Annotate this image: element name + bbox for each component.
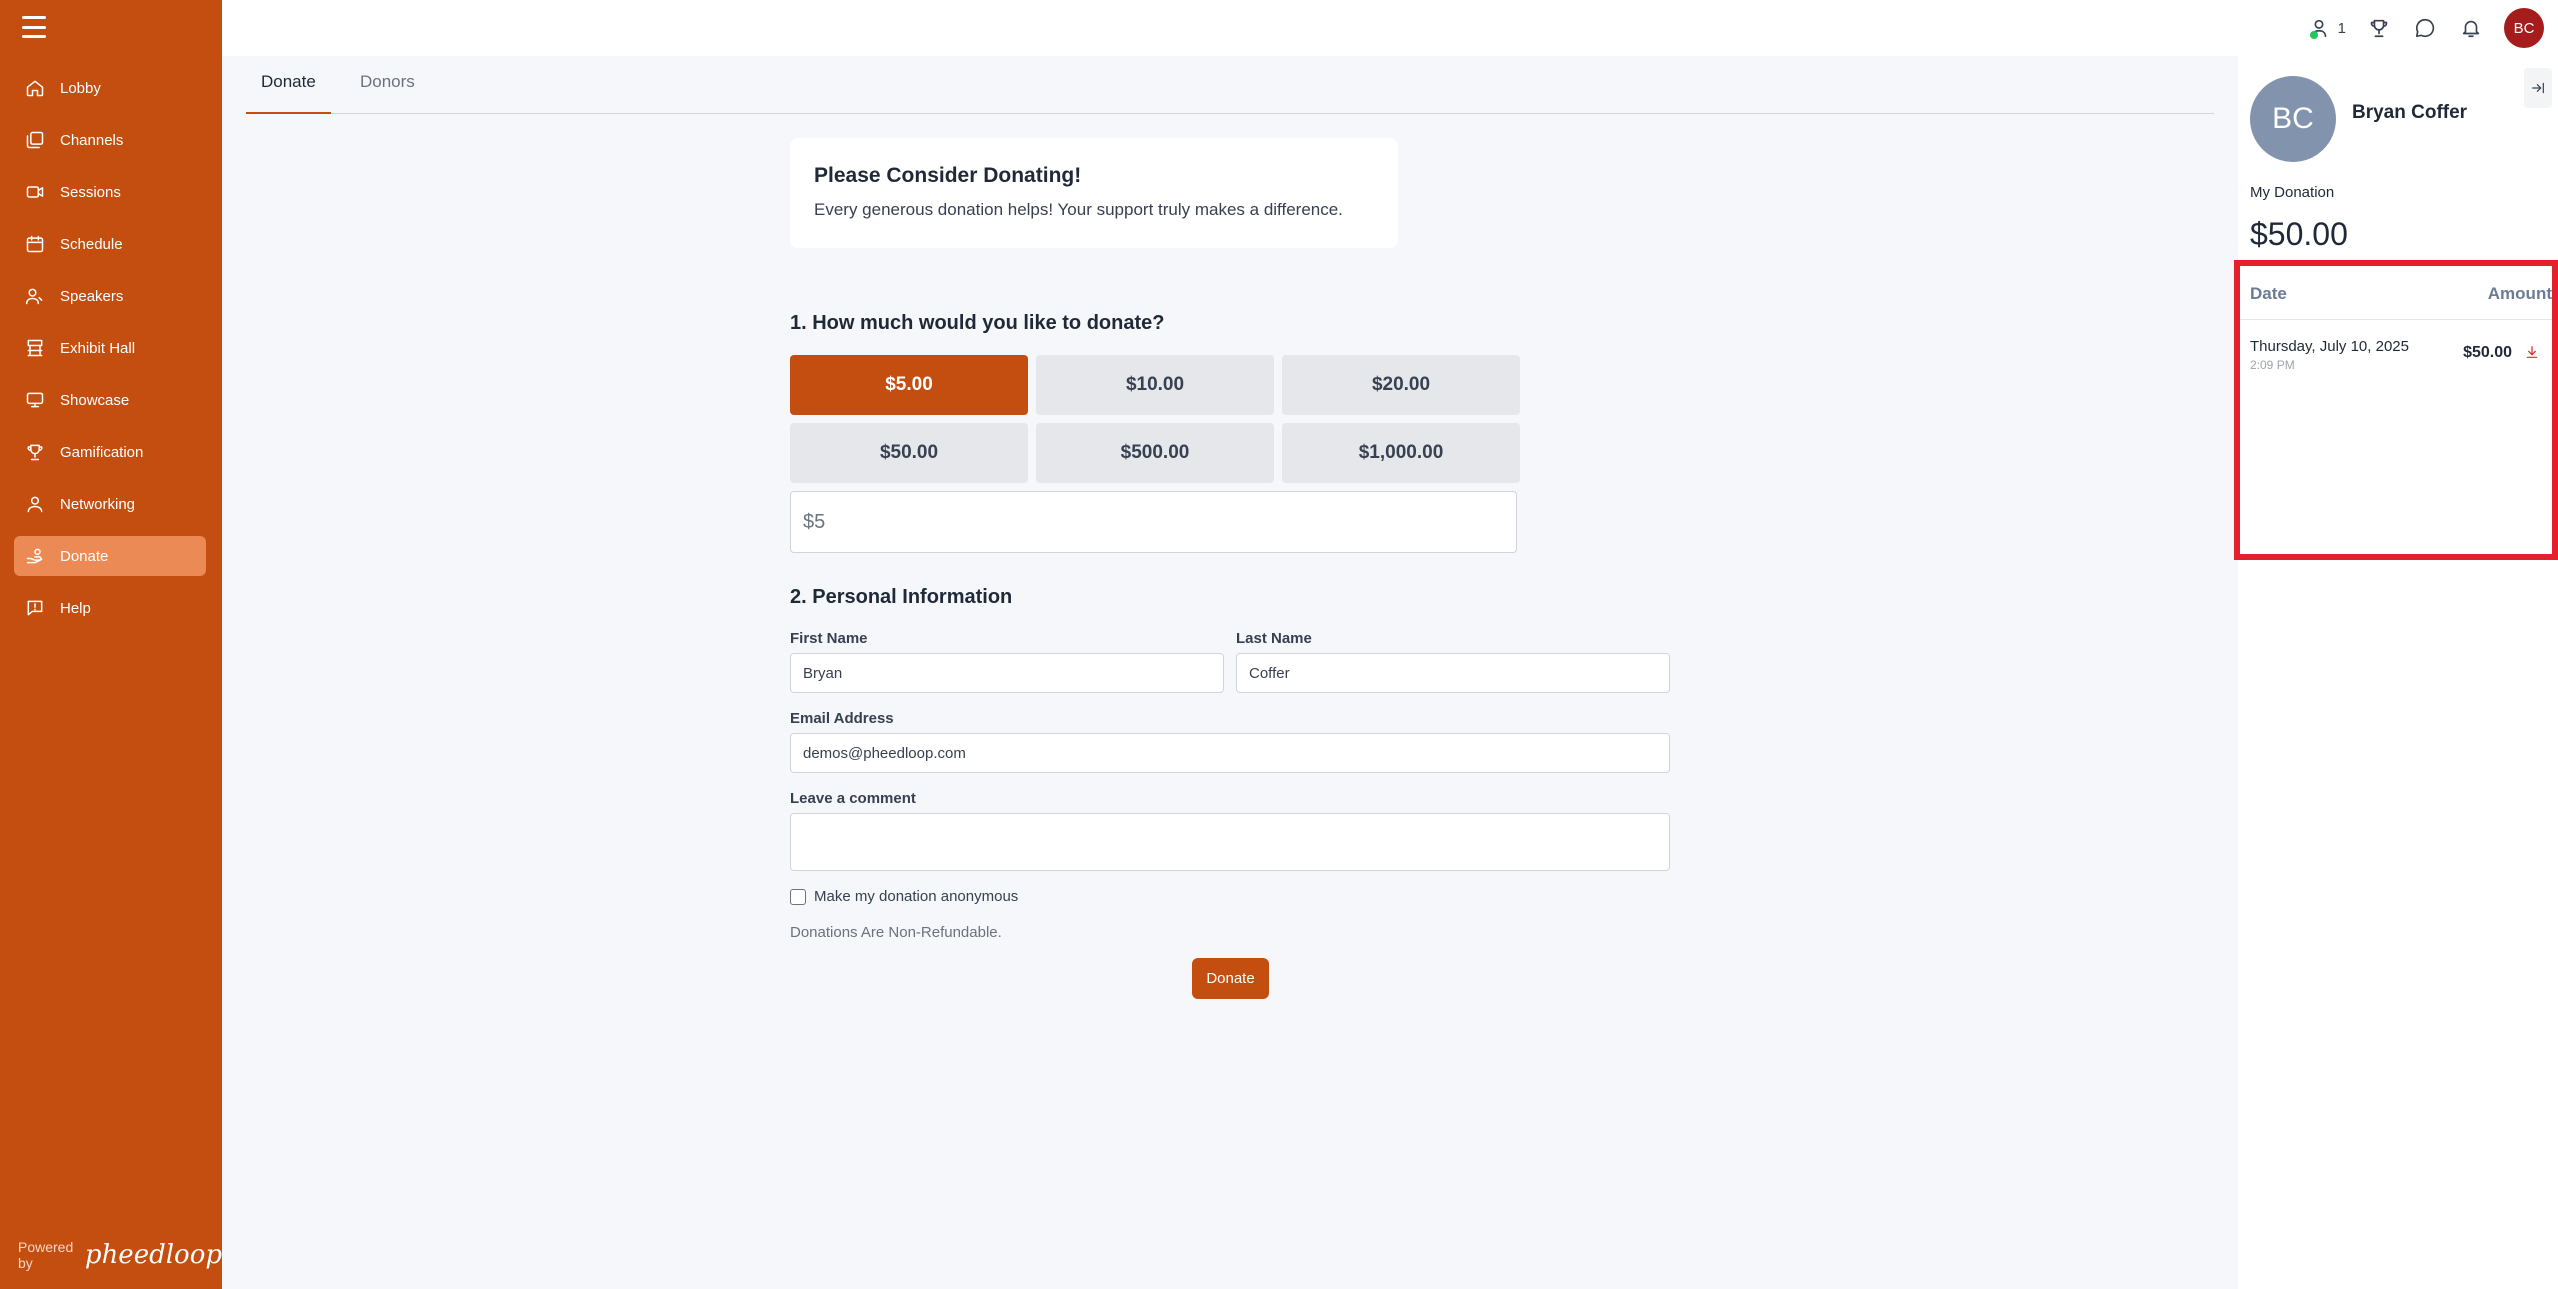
powered-by-text: Powered by — [18, 1239, 74, 1271]
sidebar-item-label: Speakers — [60, 287, 124, 305]
amount-button[interactable]: $20.00 — [1282, 355, 1520, 415]
exhibit-icon — [24, 337, 46, 359]
profile-panel: BC Bryan Coffer My Donation $50.00 Date … — [2234, 56, 2558, 1289]
sidebar-item-help[interactable]: Help — [14, 588, 206, 628]
sidebar-item-label: Showcase — [60, 391, 130, 409]
home-icon — [24, 77, 46, 99]
sidebar-item-channels[interactable]: Channels — [14, 120, 206, 160]
anonymous-checkbox[interactable] — [790, 889, 806, 905]
row-date: Thursday, July 10, 2025 — [2250, 338, 2409, 355]
top-bar: 1 BC — [222, 0, 2558, 56]
sidebar-item-label: Sessions — [60, 183, 121, 201]
monitor-icon — [24, 389, 46, 411]
amount-button[interactable]: $500.00 — [1036, 423, 1274, 483]
calendar-icon — [24, 233, 46, 255]
amount-button[interactable]: $10.00 — [1036, 355, 1274, 415]
donate-icon — [24, 545, 46, 567]
sidebar-item-exhibit-hall[interactable]: Exhibit Hall — [14, 328, 206, 368]
sidebar-item-label: Networking — [60, 495, 136, 513]
sidebar-nav: Lobby Channels Sessions Schedule Speaker… — [14, 68, 206, 640]
history-header: Date Amount — [2240, 266, 2552, 320]
people-icon — [24, 493, 46, 515]
tab-donors[interactable]: Donors — [345, 72, 430, 112]
sidebar-item-sessions[interactable]: Sessions — [14, 172, 206, 212]
amount-button[interactable]: $1,000.00 — [1282, 423, 1520, 483]
custom-amount-input[interactable]: $5 — [790, 491, 1517, 553]
row-time: 2:09 PM — [2250, 358, 2295, 372]
my-donation-value: $50.00 — [2250, 216, 2348, 252]
last-name-field[interactable]: Coffer — [1236, 653, 1670, 693]
intro-text: Every generous donation helps! Your supp… — [814, 200, 1343, 219]
last-name-label: Last Name — [1236, 630, 1312, 647]
online-users-icon[interactable] — [2306, 15, 2332, 41]
date-column-header: Date — [2250, 284, 2287, 303]
brand-logo[interactable]: pheedloop — [85, 1240, 222, 1270]
amount-column-header: Amount — [2487, 284, 2552, 303]
bell-icon[interactable] — [2458, 15, 2484, 41]
sidebar-item-label: Lobby — [60, 79, 101, 97]
profile-avatar: BC — [2250, 76, 2336, 162]
powered-by: Powered by pheedloop — [18, 1239, 222, 1271]
amount-button[interactable]: $5.00 — [790, 355, 1028, 415]
anonymous-label[interactable]: Make my donation anonymous — [814, 888, 1018, 905]
menu-icon[interactable] — [22, 16, 46, 38]
sidebar-item-schedule[interactable]: Schedule — [14, 224, 206, 264]
my-donation-label: My Donation — [2250, 184, 2335, 201]
sidebar-item-label: Schedule — [60, 235, 123, 253]
sidebar-item-label: Help — [60, 599, 91, 617]
sidebar-item-networking[interactable]: Networking — [14, 484, 206, 524]
sidebar-item-speakers[interactable]: Speakers — [14, 276, 206, 316]
amount-button[interactable]: $50.00 — [790, 423, 1028, 483]
channels-icon — [24, 129, 46, 151]
video-icon — [24, 181, 46, 203]
first-name-label: First Name — [790, 630, 868, 647]
section-amount-title: 1. How much would you like to donate? — [790, 312, 1165, 334]
sidebar-item-showcase[interactable]: Showcase — [14, 380, 206, 420]
speaker-icon — [24, 285, 46, 307]
first-name-field[interactable]: Bryan — [790, 653, 1224, 693]
sidebar-item-lobby[interactable]: Lobby — [14, 68, 206, 108]
comment-textarea[interactable] — [790, 813, 1670, 871]
row-amount: $50.00 — [2463, 344, 2512, 361]
intro-card: Please Consider Donating! Every generous… — [790, 138, 1398, 248]
sidebar-item-label: Channels — [60, 131, 124, 149]
tab-bar: Donate Donors — [246, 56, 2214, 114]
collapse-panel-icon[interactable] — [2524, 68, 2552, 108]
sidebar-item-gamification[interactable]: Gamification — [14, 432, 206, 472]
sidebar: Lobby Channels Sessions Schedule Speaker… — [0, 0, 222, 1289]
online-status-dot — [2309, 31, 2318, 39]
email-field[interactable]: demos@pheedloop.com — [790, 733, 1670, 773]
help-icon — [24, 597, 46, 619]
avatar[interactable]: BC — [2504, 8, 2544, 48]
trophy-icon[interactable] — [2366, 15, 2392, 41]
refund-note: Donations Are Non-Refundable. — [790, 924, 1002, 941]
comment-label: Leave a comment — [790, 790, 916, 807]
trophy-icon — [24, 441, 46, 463]
sidebar-item-label: Exhibit Hall — [60, 339, 136, 357]
donate-button[interactable]: Donate — [1192, 958, 1269, 999]
top-bar-actions: 1 BC — [2306, 8, 2544, 48]
sidebar-item-label: Gamification — [60, 443, 144, 461]
profile-name: Bryan Coffer — [2352, 102, 2468, 123]
download-icon[interactable] — [2524, 344, 2542, 362]
sidebar-item-donate[interactable]: Donate — [14, 536, 206, 576]
intro-title: Please Consider Donating! — [814, 164, 1082, 187]
sidebar-item-label: Donate — [60, 547, 109, 565]
email-label: Email Address — [790, 710, 894, 727]
section-personal-title: 2. Personal Information — [790, 586, 1013, 608]
online-count: 1 — [2337, 19, 2346, 37]
chat-icon[interactable] — [2412, 15, 2438, 41]
tab-donate[interactable]: Donate — [246, 72, 331, 114]
donation-history-table: Date Amount Thursday, July 10, 2025 2:09… — [2234, 260, 2558, 560]
